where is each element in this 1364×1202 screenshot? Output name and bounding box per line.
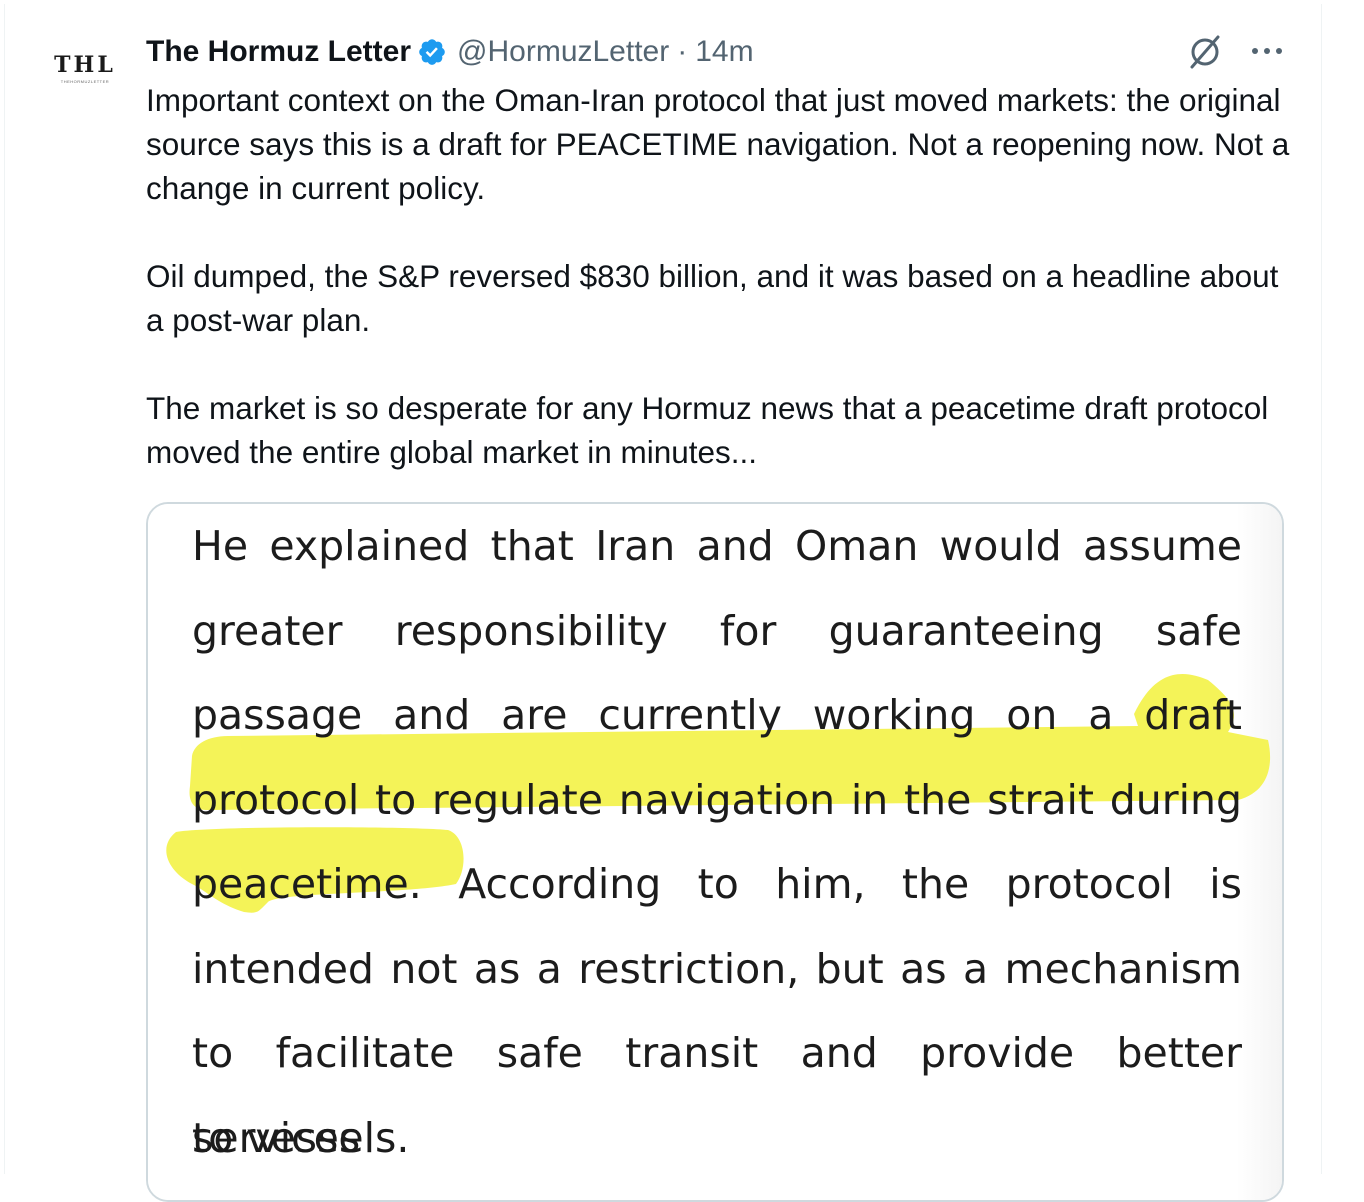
avatar-subtext: THEHORMUZLETTER bbox=[60, 79, 110, 84]
quoted-article-text: He explained that Iran and Oman would as… bbox=[192, 504, 1242, 1180]
quote-line: peacetime. According to him, the protoco… bbox=[192, 860, 1242, 908]
media-image[interactable]: He explained that Iran and Oman would as… bbox=[146, 502, 1284, 1202]
quote-line: protocol to regulate navigation in the s… bbox=[192, 775, 1242, 824]
author-name[interactable]: The Hormuz Letter bbox=[146, 35, 411, 69]
quote-line: to facilitate safe transit and provide b… bbox=[192, 1029, 1242, 1162]
author-handle[interactable]: @HormuzLetter bbox=[457, 35, 669, 69]
quote-line: intended not as a restriction, but as a … bbox=[192, 944, 1242, 993]
tweet-header: The Hormuz Letter @HormuzLetter · 14m bbox=[146, 30, 754, 74]
more-options-icon[interactable] bbox=[1250, 44, 1284, 58]
separator-dot: · bbox=[677, 35, 688, 68]
verified-badge-icon[interactable] bbox=[417, 37, 447, 67]
tweet-paragraph: Oil dumped, the S&P reversed $830 billio… bbox=[146, 258, 1279, 338]
quote-line: passage and are currently working on a d… bbox=[192, 691, 1242, 739]
tweet-paragraph: The market is so desperate for any Hormu… bbox=[146, 390, 1269, 470]
avatar-initials: THL bbox=[54, 52, 116, 78]
avatar[interactable]: THL THEHORMUZLETTER bbox=[44, 52, 126, 114]
quote-line: He explained that Iran and Oman would as… bbox=[192, 522, 1242, 570]
quote-line: greater responsibility for guaranteeing … bbox=[192, 606, 1242, 655]
timestamp[interactable]: 14m bbox=[695, 35, 753, 69]
quote-line: to vessels. bbox=[192, 1113, 410, 1162]
tweet-text: Important context on the Oman-Iran proto… bbox=[146, 78, 1296, 474]
tweet-paragraph: Important context on the Oman-Iran proto… bbox=[146, 82, 1290, 206]
grok-icon[interactable] bbox=[1186, 33, 1224, 71]
